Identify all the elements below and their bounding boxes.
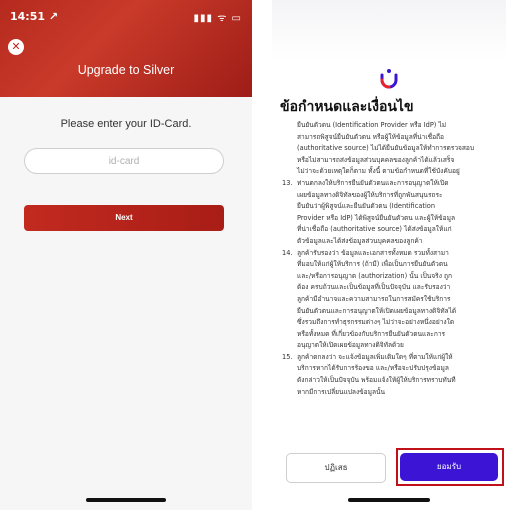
decline-button[interactable]: ปฏิเสธ — [286, 453, 386, 483]
term-text: ต้อง ครบถ้วนและเป็นข้อมูลที่เป็นปัจจุบัน… — [297, 283, 451, 292]
terms-line: บริการหากได้รับการร้องขอ และ/หรือจะปรับป… — [282, 363, 502, 375]
terms-line: หรือทั้งหมด ที่เกี่ยวข้องกับบริการยืนยัน… — [282, 329, 502, 341]
status-bar: 14:51 ↗ ▮▮▮ ᯤ ▭ — [10, 10, 242, 26]
term-text: ที่มอบให้แก่ผู้ให้บริการ (ถ้ามี) เพื่อเป… — [297, 260, 448, 269]
status-time: 14:51 ↗ — [10, 10, 59, 23]
header-banner: 14:51 ↗ ▮▮▮ ᯤ ▭ ✕ Upgrade to Silver — [0, 0, 252, 97]
term-text: ซึ่งรวมถึงการทำธุรกรรมต่างๆ ไม่ว่าจะอย่า… — [297, 318, 455, 327]
term-text: หรือทั้งหมด ที่เกี่ยวข้องกับบริการยืนยัน… — [297, 329, 446, 338]
terms-line: 13. ท่านตกลงให้บริการยืนยันตัวตนและการอนุ… — [282, 178, 502, 190]
terms-line: และ/หรือการอนุญาต (authorization) นั้น เ… — [282, 271, 502, 283]
term-text: ตัวข้อมูลและได้ส่งข้อมูลส่วนบุคคลของลูกค… — [297, 236, 423, 245]
accept-button[interactable]: ยอมรับ — [400, 453, 498, 481]
terms-line: ตัวข้อมูลและได้ส่งข้อมูลส่วนบุคคลของลูกค… — [282, 236, 502, 248]
terms-line: หากมีการเปลี่ยนแปลงข้อมูลนั้น — [282, 387, 502, 399]
terms-line: 15. ลูกค้าตกลงว่า จะแจ้งข้อมูลเพิ่มเติมใด… — [282, 352, 502, 364]
term-text: Provider หรือ IdP) ได้พิสูจน์ยืนยันตัวตน… — [297, 213, 456, 222]
home-indicator — [86, 498, 166, 502]
term-number: 13. — [282, 178, 293, 187]
top-area — [272, 0, 506, 60]
term-text: เผยข้อมูลทางดิจิทัลของผู้ให้บริการที่ถูก… — [297, 190, 443, 199]
term-text: ท่านตกลงให้บริการยืนยันตัวตนและการอนุญาต… — [297, 178, 449, 187]
term-text: อนุญาตให้เปิดเผยข้อมูลทางดิจิทัลด้วย — [297, 341, 404, 350]
terms-line: Provider หรือ IdP) ได้พิสูจน์ยืนยันตัวตน… — [282, 213, 502, 225]
terms-line: ยืนยันตัวตน (Identification Provider หรื… — [282, 120, 502, 132]
terms-line: ดังกล่าวให้เป็นปัจจุบัน พร้อมแจ้งให้ผู้ใ… — [282, 375, 502, 387]
terms-heading: ข้อกำหนดและเงื่อนไข — [280, 99, 414, 115]
terms-line: ต้อง ครบถ้วนและเป็นข้อมูลที่เป็นปัจจุบัน… — [282, 282, 502, 294]
term-text: ลูกค้าตกลงว่า จะแจ้งข้อมูลเพิ่มเติมใดๆ ท… — [297, 352, 453, 361]
terms-line: ที่น่าเชื่อถือ (authoritative source) ได… — [282, 224, 502, 236]
term-text: ไม่ว่าจะด้วยเหตุใดก็ตาม ทั้งนี้ ตามข้อกำ… — [297, 167, 460, 176]
id-card-input[interactable]: id-card — [24, 148, 224, 174]
terms-line: เผยข้อมูลทางดิจิทัลของผู้ให้บริการที่ถูก… — [282, 190, 502, 202]
term-text: หรือไม่สามารถส่งข้อมูลส่วนบุคคลของลูกค้า… — [297, 155, 455, 164]
terms-line: ที่มอบให้แก่ผู้ให้บริการ (ถ้ามี) เพื่อเป… — [282, 259, 502, 271]
screen-divider — [252, 0, 272, 510]
terms-line: อนุญาตให้เปิดเผยข้อมูลทางดิจิทัลด้วย — [282, 340, 502, 352]
terms-text[interactable]: ยืนยันตัวตน (Identification Provider หรื… — [282, 120, 502, 462]
terms-line: ยืนยันว่าผู้พิสูจน์และยืนยันตัวตน (Ident… — [282, 201, 502, 213]
page-title: Upgrade to Silver — [77, 63, 175, 77]
terms-line: หรือไม่สามารถส่งข้อมูลส่วนบุคคลของลูกค้า… — [282, 155, 502, 167]
app-logo-icon — [380, 69, 398, 89]
terms-line: ซึ่งรวมถึงการทำธุรกรรมต่างๆ ไม่ว่าจะอย่า… — [282, 317, 502, 329]
term-number: 14. — [282, 248, 293, 257]
term-number: 15. — [282, 352, 293, 361]
term-text: สามารถพิสูจน์ยืนยันตัวตน หรือผู้ให้ข้อมู… — [297, 132, 444, 141]
term-text: ยืนยันตัวตน (Identification Provider หรื… — [297, 121, 447, 129]
terms-screen: ข้อกำหนดและเงื่อนไข ยืนยันตัวตน (Identif… — [272, 0, 506, 510]
term-text: และ/หรือการอนุญาต (authorization) นั้น เ… — [297, 271, 453, 280]
terms-line: (authoritative source) ไม่ได้ยืนยันข้อมู… — [282, 143, 502, 155]
term-text: ที่น่าเชื่อถือ (authoritative source) ได… — [297, 225, 452, 234]
terms-line: สามารถพิสูจน์ยืนยันตัวตน หรือผู้ให้ข้อมู… — [282, 132, 502, 144]
status-icons: ▮▮▮ ᯤ ▭ — [193, 13, 242, 24]
close-icon[interactable]: ✕ — [8, 39, 24, 55]
terms-line: 14. ลูกค้ารับรองว่า ข้อมูลและเอกสารทั้งหม… — [282, 248, 502, 260]
next-button[interactable]: Next — [24, 205, 224, 231]
term-text: ดังกล่าวให้เป็นปัจจุบัน พร้อมแจ้งให้ผู้ใ… — [297, 376, 456, 385]
term-text: ยืนยันตัวตนและการอนุญาตให้เปิดเผยข้อมูลท… — [297, 306, 457, 315]
id-card-prompt: Please enter your ID-Card. — [60, 118, 192, 130]
term-text: (authoritative source) ไม่ได้ยืนยันข้อมู… — [297, 144, 475, 153]
term-text: ยืนยันว่าผู้พิสูจน์และยืนยันตัวตน (Ident… — [297, 202, 436, 211]
terms-line: ลูกค้ามีอำนาจและความสามารถในการสมัครใช้บ… — [282, 294, 502, 306]
term-text: บริการหากได้รับการร้องขอ และ/หรือจะปรับป… — [297, 364, 449, 373]
term-text: ลูกค้ามีอำนาจและความสามารถในการสมัครใช้บ… — [297, 294, 451, 303]
terms-line: ยืนยันตัวตนและการอนุญาตให้เปิดเผยข้อมูลท… — [282, 306, 502, 318]
terms-line: ไม่ว่าจะด้วยเหตุใดก็ตาม ทั้งนี้ ตามข้อกำ… — [282, 166, 502, 178]
term-text: หากมีการเปลี่ยนแปลงข้อมูลนั้น — [297, 387, 386, 396]
upgrade-screen: 14:51 ↗ ▮▮▮ ᯤ ▭ ✕ Upgrade to Silver Plea… — [0, 0, 252, 510]
term-text: ลูกค้ารับรองว่า ข้อมูลและเอกสารทั้งหมด ร… — [297, 248, 449, 257]
home-indicator — [348, 498, 430, 502]
